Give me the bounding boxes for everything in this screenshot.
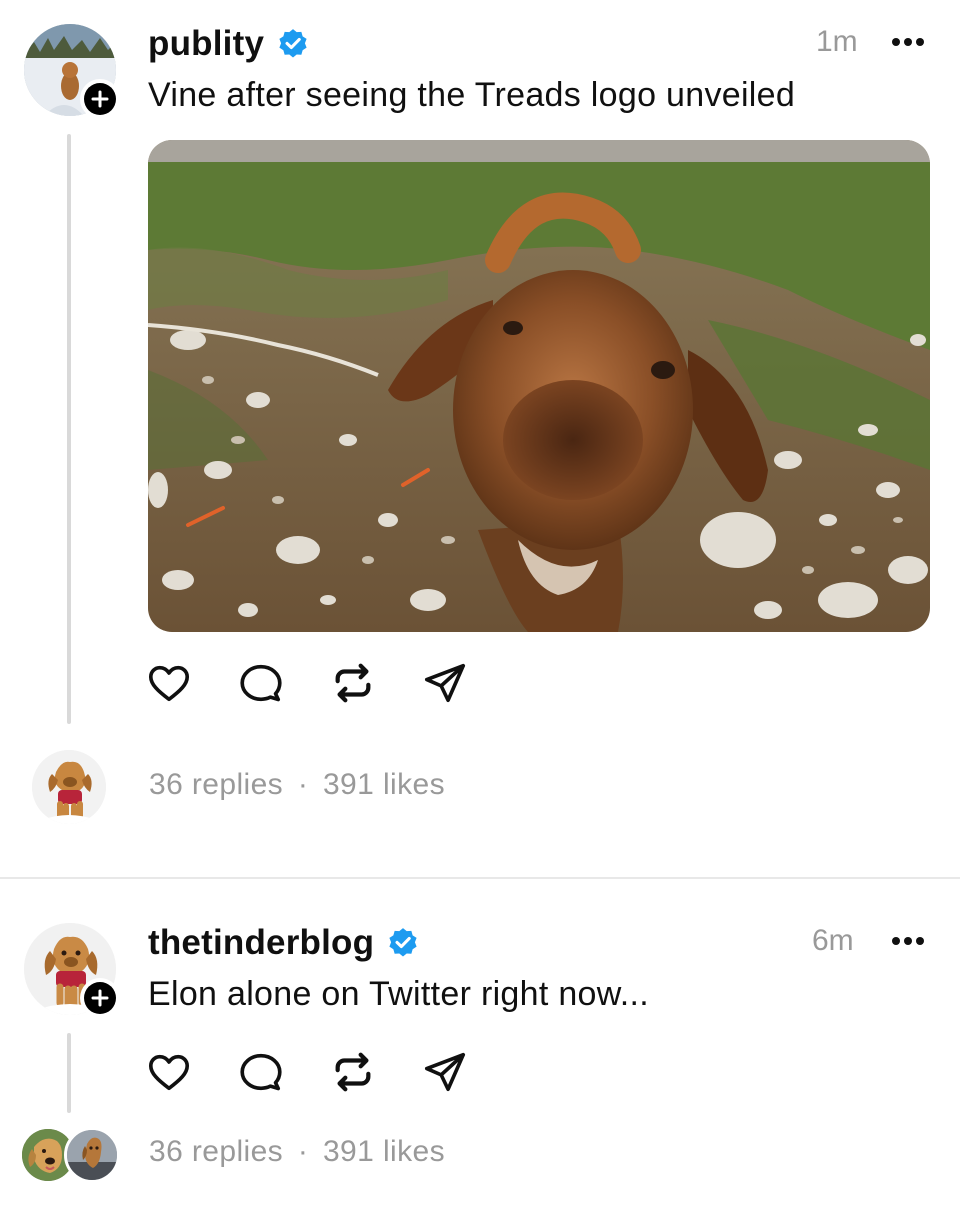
reply-avatar[interactable] (32, 750, 106, 824)
follow-button[interactable] (80, 79, 120, 119)
repost-icon[interactable] (330, 1049, 376, 1095)
plus-icon (84, 982, 116, 1014)
post-publity: publity 1m Vine after seeing the Treads … (0, 0, 960, 876)
replies-count[interactable]: 36 replies (149, 1135, 283, 1168)
more-options-icon[interactable] (892, 38, 924, 46)
send-icon[interactable] (422, 660, 468, 706)
username[interactable]: thetinderblog (148, 923, 374, 963)
comment-icon[interactable] (238, 1049, 284, 1095)
post-stats: 36 replies · 391 likes (149, 1135, 445, 1169)
post-text: Elon alone on Twitter right now... (148, 975, 649, 1013)
plus-icon (84, 83, 116, 115)
comment-icon[interactable] (238, 660, 284, 706)
repost-icon[interactable] (330, 660, 376, 706)
send-icon[interactable] (422, 1049, 468, 1095)
more-options-icon[interactable] (892, 937, 924, 945)
likes-count[interactable]: 391 likes (323, 1135, 445, 1168)
action-bar (146, 1049, 468, 1095)
username[interactable]: publity (148, 24, 264, 64)
replies-count[interactable]: 36 replies (149, 768, 283, 801)
author-row: thetinderblog (148, 921, 420, 965)
likes-count[interactable]: 391 likes (323, 768, 445, 801)
thread-line (67, 134, 71, 724)
heart-icon[interactable] (146, 1049, 192, 1095)
thread-line (67, 1033, 71, 1113)
stats-separator: · (297, 1135, 309, 1168)
heart-icon[interactable] (146, 660, 192, 706)
post-time: 6m (812, 924, 854, 957)
follow-button[interactable] (80, 978, 120, 1018)
author-row: publity (148, 22, 310, 66)
action-bar (146, 660, 468, 706)
reply-avatar[interactable] (64, 1127, 120, 1183)
verified-badge-icon (389, 928, 417, 957)
post-thetinderblog: thetinderblog 6m Elon alone on Twitter r… (0, 879, 960, 1206)
post-image[interactable] (148, 140, 930, 632)
stats-separator: · (297, 768, 309, 801)
post-stats: 36 replies · 391 likes (149, 768, 445, 802)
post-time: 1m (816, 25, 858, 58)
post-text: Vine after seeing the Treads logo unveil… (148, 76, 796, 114)
verified-badge-icon (279, 29, 307, 58)
